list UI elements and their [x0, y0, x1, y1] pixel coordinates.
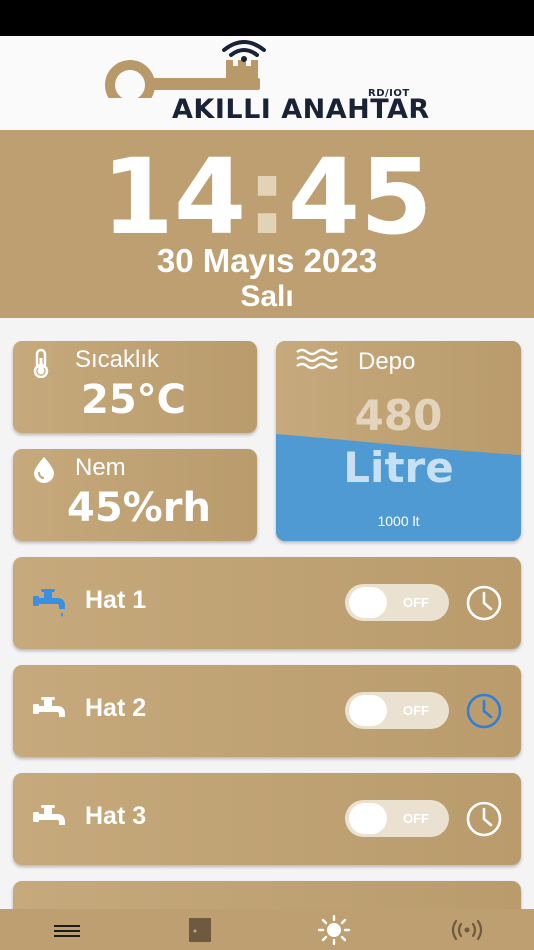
faucet-icon	[33, 697, 65, 717]
clock-minutes: 45	[287, 136, 433, 258]
humidity-title: Nem	[75, 454, 126, 481]
nav-signal[interactable]	[437, 909, 497, 950]
hamburger-icon	[54, 924, 80, 937]
faucet-icon	[33, 589, 65, 617]
key-wifi-logo	[105, 40, 266, 98]
clock-date: 30 Mayıs 2023	[156, 242, 378, 279]
sun-icon	[317, 914, 351, 945]
tank-card[interactable]: Depo 480 Litre 1000 lt	[276, 341, 521, 541]
toggle-knob	[349, 695, 387, 726]
temperature-value: 25°C	[81, 377, 187, 423]
bottom-nav	[0, 909, 534, 950]
clock-icon[interactable]	[465, 800, 503, 838]
temperature-title: Sıcaklık	[75, 346, 160, 373]
nav-light[interactable]	[304, 909, 364, 950]
clock-icon[interactable]	[465, 584, 503, 622]
line-label-hat3: Hat 3	[85, 802, 147, 830]
app-screen: RD/IOT AKILLI ANAHTAR 14:45 30 Mayıs 202…	[0, 36, 534, 950]
nav-menu[interactable]	[37, 909, 97, 950]
humidity-card[interactable]: Nem 45%rh	[13, 449, 257, 541]
line-label-hat2: Hat 2	[85, 694, 147, 722]
clock-day: Salı	[240, 280, 294, 313]
line-card-hat3[interactable]: Hat 3 OFF	[13, 773, 521, 865]
tank-unit: Litre	[343, 443, 454, 492]
door-icon	[189, 917, 211, 942]
tank-value: 480	[354, 391, 443, 440]
toggle-state: OFF	[403, 595, 429, 610]
clock-time: 14:45	[0, 142, 534, 252]
toggle-hat2[interactable]: OFF	[345, 692, 449, 729]
signal-icon	[451, 919, 483, 940]
line-card-hat2[interactable]: Hat 2 OFF	[13, 665, 521, 757]
humidity-value: 45%rh	[67, 485, 211, 531]
clock-separator: :	[246, 136, 288, 258]
toggle-state: OFF	[403, 703, 429, 718]
tank-capacity: 1000 lt	[377, 513, 420, 529]
toggle-state: OFF	[403, 811, 429, 826]
toggle-knob	[349, 803, 387, 834]
logo-header: RD/IOT AKILLI ANAHTAR	[0, 36, 534, 130]
temperature-card[interactable]: Sıcaklık 25°C	[13, 341, 257, 433]
line-card-hat1[interactable]: Hat 1 OFF	[13, 557, 521, 649]
nav-door[interactable]	[170, 909, 230, 950]
faucet-icon	[33, 805, 65, 825]
clock-panel: 14:45 30 Mayıs 2023 Salı	[0, 130, 534, 318]
water-waves-icon	[296, 348, 338, 370]
toggle-knob	[349, 587, 387, 618]
logo-text: AKILLI ANAHTAR	[172, 94, 430, 125]
status-bar	[0, 0, 534, 36]
tank-title: Depo	[358, 348, 416, 375]
line-label-hat1: Hat 1	[85, 586, 147, 614]
clock-hours: 14	[101, 136, 247, 258]
toggle-hat3[interactable]: OFF	[345, 800, 449, 837]
toggle-hat1[interactable]: OFF	[345, 584, 449, 621]
clock-icon[interactable]	[465, 692, 503, 730]
droplet-icon	[34, 457, 54, 483]
thermometer-icon	[33, 348, 49, 378]
